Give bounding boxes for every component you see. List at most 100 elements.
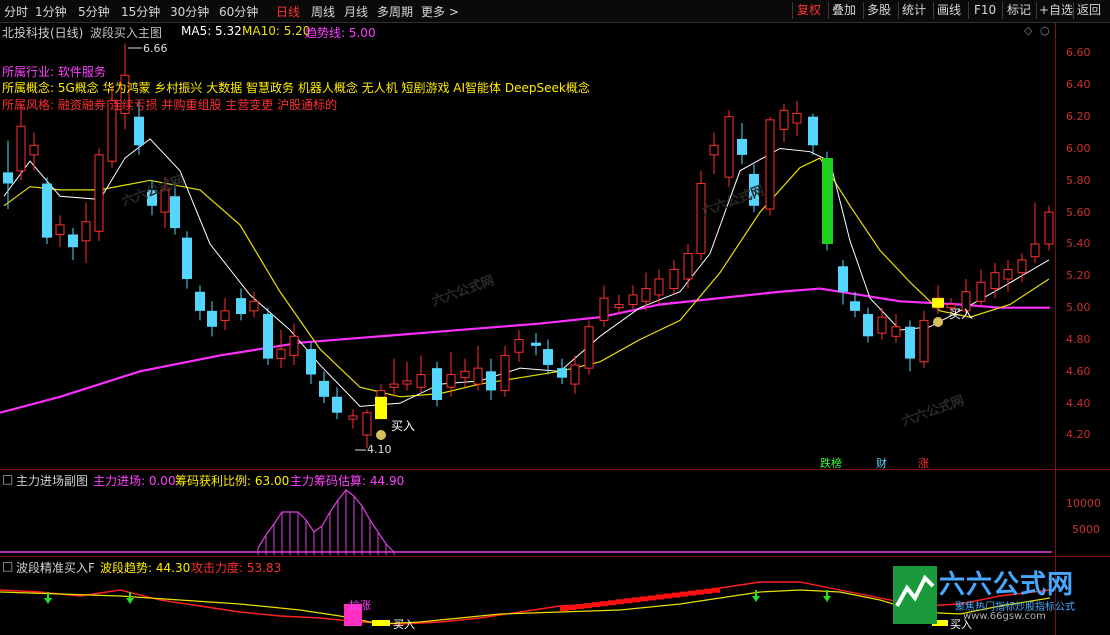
limit-down-candle: [822, 158, 833, 244]
candle-body: [446, 374, 456, 388]
panel-divider: [0, 469, 1110, 470]
rise-label: 拉涨: [349, 599, 371, 612]
candle-body: [737, 138, 747, 155]
chip-line: [257, 489, 395, 553]
candle-body: [195, 291, 205, 311]
indicator-name: 波段买入主图: [90, 26, 163, 40]
candle-body: [460, 370, 470, 379]
style-line: 所属风格: 融资融券 连续亏损 并购重组股 主营变更 沪股通标的: [2, 98, 338, 112]
candle-body: [81, 221, 91, 242]
candle-body: [68, 234, 78, 248]
candle-body: [170, 196, 180, 229]
candle-body: [990, 272, 1000, 290]
candle-body: [863, 314, 873, 337]
candle-body: [765, 119, 775, 210]
candle-body: [416, 374, 426, 388]
candle-body: [838, 266, 848, 292]
price-tick: 4.60: [1066, 365, 1091, 378]
candle-body: [570, 364, 580, 385]
candle-body: [641, 288, 651, 302]
candle-body: [348, 415, 358, 420]
attack-block: [704, 588, 712, 594]
candle-body: [249, 300, 259, 312]
candle-body: [514, 339, 524, 353]
price-tick: 4.80: [1066, 333, 1091, 346]
buy-signal-label: 买入: [949, 307, 974, 321]
profit-ratio-label: 筹码获利比例: 63.00: [175, 474, 290, 488]
candle-body: [654, 278, 664, 296]
candle-body: [1003, 268, 1013, 280]
trend-line: [0, 287, 1050, 414]
site-logo: 六六公式网 聚焦热门指标炒股指标公式 www.66gsw.com: [893, 566, 1075, 630]
candle-body: [389, 383, 399, 388]
candle-body: [432, 368, 442, 400]
attack-block: [560, 606, 568, 611]
down-arrow-icon: [126, 598, 134, 604]
candle-body: [236, 298, 246, 315]
sub2-toggle-icon[interactable]: □: [2, 559, 13, 573]
candle-body: [1044, 211, 1054, 245]
sub2-buy-label: 买入: [393, 618, 415, 631]
price-tick: 5.00: [1066, 301, 1091, 314]
price-tick: 6.00: [1066, 142, 1091, 155]
attack-block: [648, 595, 656, 601]
candle-body: [614, 303, 624, 309]
candle-body: [94, 154, 104, 232]
candle-body: [976, 281, 986, 302]
badge-drop-list[interactable]: 跌榜: [820, 455, 842, 471]
candle-body: [1017, 259, 1027, 274]
candle-body: [220, 310, 230, 321]
down-arrow-icon: [752, 596, 760, 602]
price-tick: 6.40: [1066, 78, 1091, 91]
candle-body: [779, 109, 789, 130]
buy-signal-label: 买入: [391, 419, 416, 433]
candle-body: [289, 335, 299, 356]
candle-body: [332, 396, 342, 413]
wave-trend-label: 波段趋势: 44.30: [100, 561, 191, 575]
high-marker: 6.66: [143, 42, 168, 55]
candle-body: [724, 116, 734, 178]
price-tick: 5.80: [1066, 174, 1091, 187]
sub1-toggle-icon[interactable]: □: [2, 472, 13, 486]
price-tick: 4.20: [1066, 428, 1091, 441]
candle-body: [792, 112, 802, 124]
attack-block: [568, 605, 576, 611]
buy-box: [932, 298, 944, 308]
attack-block: [640, 596, 648, 602]
price-tick: 5.60: [1066, 206, 1091, 219]
candle-body: [919, 319, 929, 363]
attack-block: [576, 604, 584, 610]
attack-block: [616, 599, 624, 605]
candle-body: [55, 224, 65, 235]
attack-block: [600, 601, 608, 607]
sub2-name: 波段精准买入F: [16, 561, 95, 575]
buy-block: [372, 620, 390, 626]
settings-icon[interactable]: ○: [1040, 24, 1050, 37]
candle-body: [486, 371, 496, 391]
price-axis-line: [1055, 22, 1056, 635]
diamond-icon[interactable]: ◇: [1024, 24, 1032, 37]
attack-block: [664, 593, 672, 599]
candle-body: [557, 368, 567, 378]
down-arrow-icon: [823, 596, 831, 602]
candle-body: [1030, 243, 1040, 258]
badge-finance[interactable]: 财: [876, 455, 887, 471]
price-tick: 6.60: [1066, 46, 1091, 59]
logo-url: www.66gsw.com: [963, 611, 1046, 622]
panel-divider: [0, 556, 1110, 557]
buy-box: [375, 396, 387, 420]
attack-block: [608, 600, 616, 606]
down-arrow-icon: [44, 598, 52, 604]
candle-body: [276, 348, 286, 360]
candle-body: [16, 125, 26, 172]
candle-body: [850, 301, 860, 311]
attack-block: [592, 602, 600, 608]
badge-rise[interactable]: 涨: [918, 455, 929, 471]
price-tick: 6.20: [1066, 110, 1091, 123]
logo-name: 六六公式网: [939, 570, 1075, 600]
candle-body: [683, 253, 693, 280]
ma10-label: MA10: 5.20: [242, 24, 311, 38]
candle-body: [362, 412, 372, 436]
coin-icon: [376, 430, 386, 440]
candle-body: [29, 144, 39, 156]
